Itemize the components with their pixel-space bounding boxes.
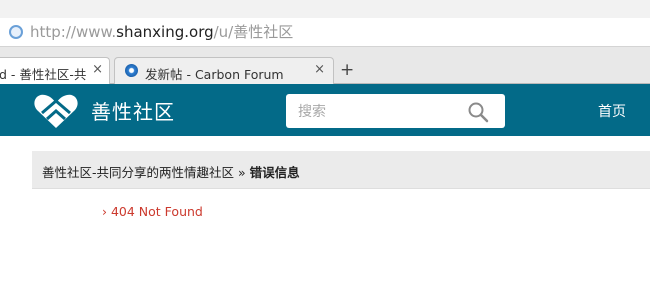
- url-domain: shanxing.org: [116, 23, 214, 41]
- search-box: [286, 94, 505, 128]
- breadcrumb-parent-link[interactable]: 善性社区-共同分享的两性情趣社区: [42, 165, 234, 180]
- close-tab-icon[interactable]: ×: [314, 62, 325, 77]
- tab-title: 发新帖 - Carbon Forum: [145, 67, 284, 82]
- breadcrumb-current: 错误信息: [249, 165, 300, 180]
- tab-inactive[interactable]: 发新帖 - Carbon Forum ×: [114, 57, 334, 84]
- tab-active[interactable]: d - 善性社区-共 ×: [0, 57, 110, 84]
- search-icon[interactable]: [467, 101, 489, 123]
- new-tab-button[interactable]: +: [340, 60, 354, 80]
- heart-logo-icon[interactable]: [33, 93, 79, 129]
- site-name[interactable]: 善性社区: [91, 96, 175, 125]
- close-tab-icon[interactable]: ×: [92, 62, 103, 77]
- page-info-icon[interactable]: [9, 25, 23, 39]
- url-text[interactable]: http://www.shanxing.org/u/善性社区: [30, 21, 293, 42]
- breadcrumb-row: 善性社区-共同分享的两性情趣社区 » 错误信息: [42, 162, 300, 181]
- breadcrumb: 善性社区-共同分享的两性情趣社区 » 错误信息: [32, 151, 650, 189]
- error-message: › 404 Not Found: [102, 204, 203, 219]
- tab-title: d - 善性社区-共: [0, 67, 87, 82]
- site-header: 善性社区 首页: [0, 84, 650, 136]
- tab-strip: d - 善性社区-共 × 发新帖 - Carbon Forum × +: [0, 47, 650, 84]
- nav-home-link[interactable]: 首页: [598, 101, 626, 121]
- carbon-forum-favicon-icon: [125, 64, 138, 77]
- url-prefix: http://www.: [30, 23, 117, 41]
- breadcrumb-separator: »: [238, 165, 246, 180]
- url-path: /u/善性社区: [213, 23, 294, 41]
- search-input[interactable]: [296, 101, 460, 123]
- browser-top-strip: [0, 0, 650, 18]
- address-bar[interactable]: http://www.shanxing.org/u/善性社区: [0, 18, 650, 47]
